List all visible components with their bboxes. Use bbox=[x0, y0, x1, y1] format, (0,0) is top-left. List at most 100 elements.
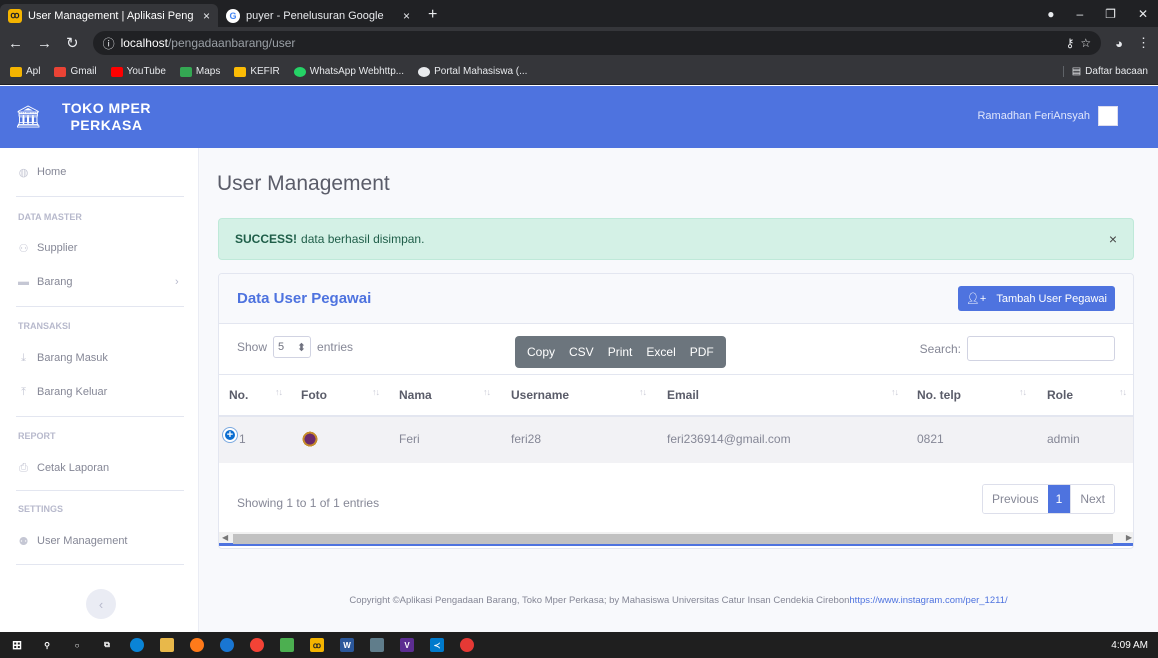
browser-tab-strip: ꝏ User Management | Aplikasi Peng × G pu… bbox=[0, 0, 1158, 27]
user-photo bbox=[301, 431, 319, 449]
close-tab-icon[interactable]: × bbox=[203, 9, 210, 23]
add-user-button[interactable]: 👤︎+ Tambah User Pegawai bbox=[957, 286, 1115, 311]
column-header-telp[interactable]: No. telp bbox=[917, 388, 961, 402]
minimize-icon[interactable]: – bbox=[1076, 7, 1083, 21]
close-window-icon[interactable]: ✕ bbox=[1138, 7, 1148, 21]
close-alert-button[interactable]: × bbox=[1109, 231, 1117, 247]
cortana-icon[interactable]: ○ bbox=[70, 638, 84, 652]
bookmark-maps[interactable]: Maps bbox=[179, 66, 220, 77]
search-input[interactable] bbox=[967, 336, 1115, 361]
table-header: No. ↑↓ Foto ↑↓ Nama ↑↓ Username ↑↓ Email… bbox=[219, 374, 1133, 417]
column-header-email[interactable]: Email bbox=[667, 388, 699, 402]
key-icon[interactable]: ⚷ bbox=[1066, 36, 1075, 50]
folder-icon: ▬ bbox=[18, 276, 29, 288]
star-icon[interactable]: ☆ bbox=[1080, 36, 1091, 50]
task-view-icon[interactable]: ⧉ bbox=[100, 638, 114, 652]
url-field[interactable]: ⓘ localhost/pengadaanbarang/user ⚷ ☆ bbox=[92, 31, 1102, 55]
sidebar-item-supplier[interactable]: ⚇ Supplier bbox=[18, 242, 78, 255]
sidebar-item-barang-keluar[interactable]: ⤒ Barang Keluar bbox=[18, 386, 107, 399]
close-tab-icon[interactable]: × bbox=[403, 9, 410, 23]
bookmark-apl[interactable]: Apl bbox=[10, 66, 40, 77]
scrollbar-thumb[interactable] bbox=[233, 534, 1113, 544]
user-plus-icon: ⚉ bbox=[18, 535, 29, 548]
sort-icon: ↑↓ bbox=[275, 387, 283, 397]
scroll-left-icon[interactable]: ◀ bbox=[222, 533, 228, 542]
sidebar-item-barang[interactable]: ▬ Barang bbox=[18, 276, 72, 288]
menu-icon[interactable]: ⋮ bbox=[1137, 35, 1150, 51]
print-button[interactable]: Print bbox=[608, 345, 633, 359]
opera-icon[interactable] bbox=[460, 638, 474, 652]
edge-icon[interactable] bbox=[130, 638, 144, 652]
copy-button[interactable]: Copy bbox=[527, 345, 555, 359]
scroll-right-icon[interactable]: ▶ bbox=[1126, 533, 1132, 542]
bookmark-portal[interactable]: Portal Mahasiswa (... bbox=[418, 66, 527, 77]
notes-icon[interactable] bbox=[370, 638, 384, 652]
sidebar-item-home[interactable]: ◍ Home bbox=[18, 166, 67, 179]
visual-studio-icon[interactable]: V bbox=[400, 638, 414, 652]
column-header-no[interactable]: No. bbox=[229, 388, 248, 402]
column-header-username[interactable]: Username bbox=[511, 388, 569, 402]
vscode-icon[interactable]: ≺ bbox=[430, 638, 444, 652]
bookmark-youtube[interactable]: YouTube bbox=[110, 66, 166, 77]
sidebar-item-cetak-laporan[interactable]: ⎙ Cetak Laporan bbox=[18, 462, 109, 475]
profile-icon[interactable]: ● bbox=[1047, 7, 1054, 21]
divider bbox=[16, 306, 184, 307]
search-icon[interactable]: ⚲ bbox=[40, 638, 54, 652]
app-icon[interactable] bbox=[280, 638, 294, 652]
windows-start-icon[interactable]: ⊞ bbox=[10, 638, 24, 652]
previous-button[interactable]: Previous bbox=[982, 485, 1048, 513]
footer-link[interactable]: https://www.instagram.com/per_1211/ bbox=[849, 595, 1007, 606]
pagination: Previous 1 Next bbox=[981, 484, 1115, 514]
column-header-role[interactable]: Role bbox=[1047, 388, 1073, 402]
extension-icon[interactable]: ◕ bbox=[1115, 36, 1123, 51]
browser-icon[interactable] bbox=[220, 638, 234, 652]
cell-email: feri236914@gmail.com bbox=[667, 432, 791, 446]
xampp-icon[interactable]: ꝏ bbox=[310, 638, 324, 652]
column-header-nama[interactable]: Nama bbox=[399, 388, 432, 402]
restore-icon[interactable]: ❐ bbox=[1105, 7, 1116, 21]
bookmark-gmail[interactable]: Gmail bbox=[54, 66, 97, 77]
column-header-foto[interactable]: Foto bbox=[301, 388, 327, 402]
expand-row-icon[interactable]: + bbox=[223, 428, 237, 442]
browser-tab-google[interactable]: G puyer - Penelusuran Google × bbox=[218, 4, 418, 27]
back-icon[interactable]: ← bbox=[8, 35, 23, 52]
next-button[interactable]: Next bbox=[1070, 485, 1114, 513]
reading-list[interactable]: ▤ Daftar bacaan bbox=[1062, 66, 1148, 77]
chrome-icon[interactable] bbox=[250, 638, 264, 652]
pdf-button[interactable]: PDF bbox=[690, 345, 714, 359]
reload-icon[interactable]: ↻ bbox=[66, 34, 79, 52]
table-row[interactable]: + 1 Feri feri28 feri236914@gmail.com 082… bbox=[219, 417, 1133, 463]
sidebar: ◍ Home DATA MASTER ⚇ Supplier ▬ Barang › TR… bbox=[0, 148, 199, 632]
sort-icon: ↑↓ bbox=[639, 387, 647, 397]
sidebar-toggle-button[interactable]: ‹ bbox=[86, 589, 116, 619]
clock[interactable]: 4:09 AM bbox=[1111, 640, 1148, 651]
info-icon[interactable]: ⓘ bbox=[103, 35, 115, 52]
page-1-button[interactable]: 1 bbox=[1047, 485, 1071, 513]
sidebar-heading-master: DATA MASTER bbox=[18, 212, 82, 222]
youtube-icon bbox=[110, 66, 123, 77]
sidebar-item-user-management[interactable]: ⚉ User Management bbox=[18, 535, 128, 548]
sort-icon: ↑↓ bbox=[372, 387, 380, 397]
browser-tab-user-management[interactable]: ꝏ User Management | Aplikasi Peng × bbox=[0, 4, 218, 27]
bookmark-kefir[interactable]: KEFIR bbox=[234, 66, 280, 77]
file-explorer-icon[interactable] bbox=[160, 638, 174, 652]
user-name: Ramadhan FeriAnsyah bbox=[977, 110, 1090, 122]
forward-icon[interactable]: → bbox=[37, 35, 52, 52]
cell-username: feri28 bbox=[511, 432, 542, 446]
horizontal-scrollbar[interactable]: ◀ ▶ bbox=[219, 532, 1133, 546]
entries-select[interactable]: 5 ⬍ bbox=[273, 336, 312, 358]
dashboard-icon: ◍ bbox=[18, 166, 29, 179]
excel-button[interactable]: Excel bbox=[646, 345, 675, 359]
firefox-icon[interactable] bbox=[190, 638, 204, 652]
avatar bbox=[1098, 106, 1118, 126]
sidebar-item-barang-masuk[interactable]: ⤓ Barang Masuk bbox=[18, 352, 108, 365]
word-icon[interactable]: W bbox=[340, 638, 354, 652]
new-tab-button[interactable]: + bbox=[418, 6, 447, 27]
divider bbox=[16, 564, 184, 565]
bookmark-whatsapp[interactable]: WhatsApp Webhttp... bbox=[293, 66, 404, 77]
app-icon: ꝏ bbox=[8, 8, 22, 23]
brand[interactable]: 🏛︎ TOKO MPER PERKASA bbox=[14, 86, 199, 148]
user-menu[interactable]: Ramadhan FeriAnsyah bbox=[977, 106, 1118, 126]
csv-button[interactable]: CSV bbox=[569, 345, 594, 359]
cell-role: admin bbox=[1047, 432, 1080, 446]
